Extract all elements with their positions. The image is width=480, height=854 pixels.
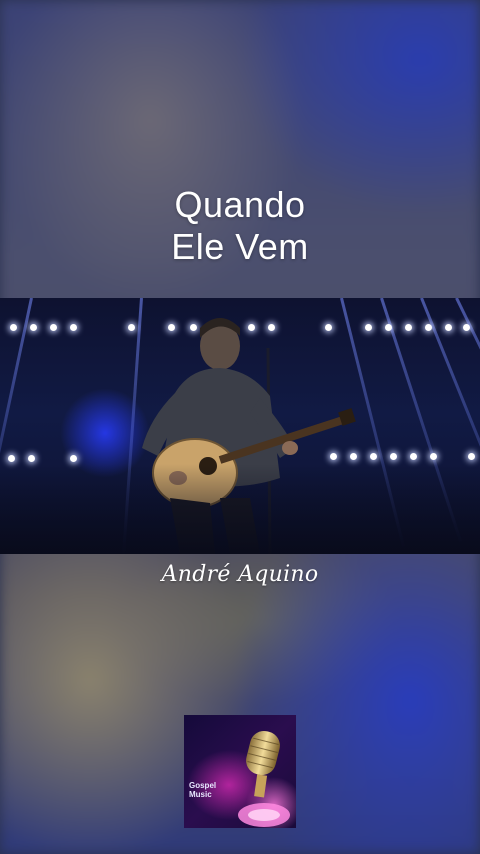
stage-light [50, 324, 57, 331]
stage-light [390, 453, 397, 460]
stage-light [10, 324, 17, 331]
stage-light [385, 324, 392, 331]
stage-light [8, 455, 15, 462]
song-title-line-2: Ele Vem [171, 226, 309, 267]
microphone-icon [238, 730, 290, 827]
stage-light [70, 324, 77, 331]
song-title-line-1: Quando [174, 184, 306, 225]
performance-video[interactable] [0, 298, 480, 554]
stage-light [463, 324, 470, 331]
logo-text: Gospel Music [189, 781, 216, 799]
logo-text-line-2: Music [189, 790, 212, 799]
stage-light [468, 453, 475, 460]
artist-name: André Aquino [161, 562, 319, 587]
logo-text-line-1: Gospel [189, 781, 217, 790]
gospel-music-logo: Gospel Music [184, 715, 296, 828]
stage-light [430, 453, 437, 460]
stage-light [445, 324, 452, 331]
stage-light [405, 324, 412, 331]
stage-light [410, 453, 417, 460]
stage-light [425, 324, 432, 331]
song-title: Quando Ele Vem [0, 184, 480, 268]
stage-floor [0, 464, 480, 554]
stage-light [28, 455, 35, 462]
stage-light [70, 455, 77, 462]
stage-light [30, 324, 37, 331]
